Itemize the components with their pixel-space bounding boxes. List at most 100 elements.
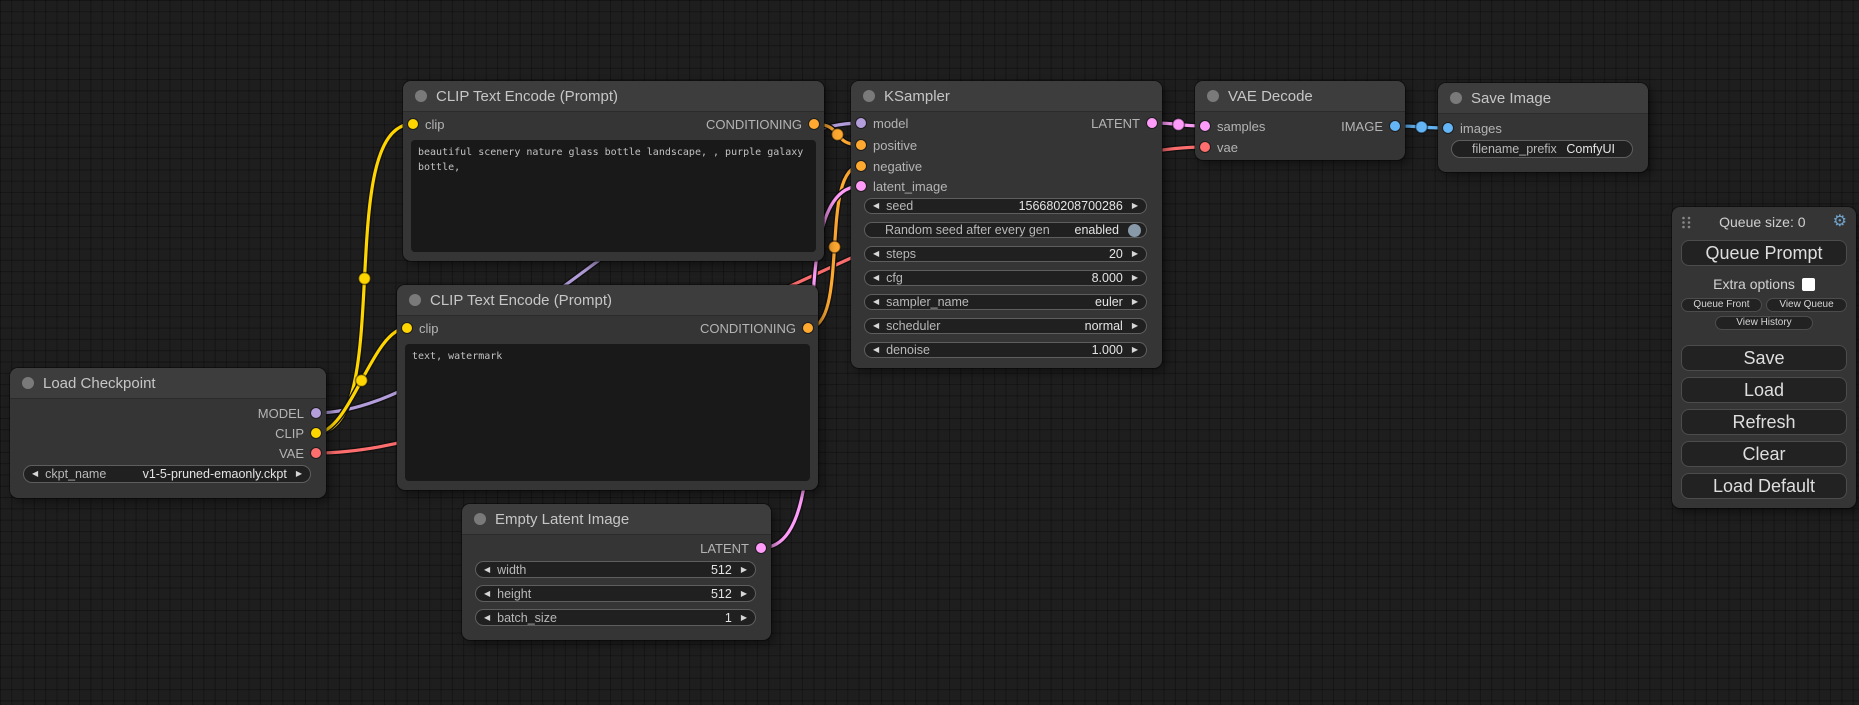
node-empty-latent-image[interactable]: Empty Latent ImageLATENT◀width512▶◀heigh… [462,504,771,640]
input-port-vae[interactable] [1200,142,1210,152]
increment-arrow-icon[interactable]: ▶ [1132,322,1138,330]
input-port-positive[interactable] [856,140,866,150]
node-title-bar[interactable]: Save Image [1438,83,1648,114]
collapse-dot-icon[interactable] [22,377,34,389]
slot-row: CLIP [10,425,326,441]
node-title-bar[interactable]: CLIP Text Encode (Prompt) [397,285,818,316]
link-midpoint-dot [1416,121,1428,133]
widget-sampler_name[interactable]: ◀sampler_nameeuler▶ [864,294,1147,310]
load-button[interactable]: Load [1681,377,1847,403]
increment-arrow-icon[interactable]: ▶ [741,590,747,598]
node-graph-canvas[interactable]: Load CheckpointMODELCLIPVAE◀ckpt_namev1-… [0,0,1859,705]
node-title-bar[interactable]: Load Checkpoint [10,368,326,399]
widget-filename_prefix[interactable]: filename_prefixComfyUI [1451,140,1633,158]
settings-gear-icon[interactable]: ⚙ [1833,214,1847,230]
output-port-LATENT[interactable] [1147,118,1157,128]
queue-front-button[interactable]: Queue Front [1681,298,1762,312]
widget-denoise[interactable]: ◀denoise1.000▶ [864,342,1147,358]
prompt-textarea[interactable]: text, watermark [405,344,810,481]
widget-value: enabled [1075,223,1120,237]
extra-options-checkbox[interactable] [1802,278,1815,291]
widget-height[interactable]: ◀height512▶ [475,585,756,602]
prompt-textarea[interactable]: beautiful scenery nature glass bottle la… [411,140,816,252]
output-port-CLIP[interactable] [311,428,321,438]
widget-seed[interactable]: ◀seed156680208700286▶ [864,198,1147,214]
slot-input-group: images [1438,121,1502,136]
slot-row: images [1438,120,1648,136]
decrement-arrow-icon[interactable]: ◀ [873,346,879,354]
decrement-arrow-icon[interactable]: ◀ [873,274,879,282]
decrement-arrow-icon[interactable]: ◀ [32,470,38,478]
widget-batch_size[interactable]: ◀batch_size1▶ [475,609,756,626]
increment-arrow-icon[interactable]: ▶ [1132,346,1138,354]
node-ksampler[interactable]: KSamplermodelLATENTpositivenegativelaten… [851,81,1162,368]
node-save-image[interactable]: Save Image images filename_prefixComfyUI [1438,83,1648,172]
input-port-clip[interactable] [408,119,418,129]
node-title-bar[interactable]: KSampler [851,81,1162,112]
widget-random-seed-after-every-gen[interactable]: Random seed after every genenabled [864,222,1147,238]
input-port-latent_image[interactable] [856,181,866,191]
output-port-IMAGE[interactable] [1390,121,1400,131]
increment-arrow-icon[interactable]: ▶ [1132,202,1138,210]
input-port-images[interactable] [1443,123,1453,133]
collapse-dot-icon[interactable] [415,90,427,102]
decrement-arrow-icon[interactable]: ◀ [873,322,879,330]
node-clip-encode-negative[interactable]: CLIP Text Encode (Prompt)clipCONDITIONIN… [397,285,818,490]
slot-label: LATENT [1091,116,1140,131]
decrement-arrow-icon[interactable]: ◀ [484,590,490,598]
slot-input-group: latent_image [851,179,947,194]
decrement-arrow-icon[interactable]: ◀ [873,202,879,210]
node-title-bar[interactable]: CLIP Text Encode (Prompt) [403,81,824,112]
refresh-button[interactable]: Refresh [1681,409,1847,435]
widget-steps[interactable]: ◀steps20▶ [864,246,1147,262]
input-port-clip[interactable] [402,323,412,333]
collapse-dot-icon[interactable] [409,294,421,306]
collapse-dot-icon[interactable] [863,90,875,102]
node-load-checkpoint[interactable]: Load CheckpointMODELCLIPVAE◀ckpt_namev1-… [10,368,326,498]
queue-panel: Queue size: 0 ⚙ Queue Prompt Extra optio… [1672,207,1856,508]
queue-prompt-button[interactable]: Queue Prompt [1681,240,1847,266]
input-port-samples[interactable] [1200,121,1210,131]
node-vae-decode[interactable]: VAE DecodesamplesIMAGEvae [1195,81,1405,160]
collapse-dot-icon[interactable] [474,513,486,525]
widget-cfg[interactable]: ◀cfg8.000▶ [864,270,1147,286]
node-title-bar[interactable]: Empty Latent Image [462,504,771,535]
widget-ckpt_name[interactable]: ◀ckpt_namev1-5-pruned-emaonly.ckpt▶ [23,465,311,483]
collapse-dot-icon[interactable] [1450,92,1462,104]
node-title: Save Image [1471,90,1551,107]
view-history-button[interactable]: View History [1715,316,1813,330]
toggle-on-indicator[interactable] [1128,224,1141,237]
slot-label: model [873,116,908,131]
decrement-arrow-icon[interactable]: ◀ [873,298,879,306]
slot-label: CONDITIONING [700,321,796,336]
output-port-CONDITIONING[interactable] [809,119,819,129]
widget-width[interactable]: ◀width512▶ [475,561,756,578]
decrement-arrow-icon[interactable]: ◀ [484,614,490,622]
increment-arrow-icon[interactable]: ▶ [1132,274,1138,282]
output-port-CONDITIONING[interactable] [803,323,813,333]
save-button[interactable]: Save [1681,345,1847,371]
panel-drag-handle-icon[interactable] [1681,215,1692,230]
view-queue-button[interactable]: View Queue [1766,298,1847,312]
node-title-bar[interactable]: VAE Decode [1195,81,1405,112]
node-clip-encode-positive[interactable]: CLIP Text Encode (Prompt)clipCONDITIONIN… [403,81,824,261]
increment-arrow-icon[interactable]: ▶ [741,566,747,574]
queue-size-label: Queue size: 0 [1692,214,1833,230]
increment-arrow-icon[interactable]: ▶ [1132,250,1138,258]
increment-arrow-icon[interactable]: ▶ [1132,298,1138,306]
collapse-dot-icon[interactable] [1207,90,1219,102]
input-port-negative[interactable] [856,161,866,171]
decrement-arrow-icon[interactable]: ◀ [873,250,879,258]
load-default-button[interactable]: Load Default [1681,473,1847,499]
output-port-LATENT[interactable] [756,543,766,553]
clear-button[interactable]: Clear [1681,441,1847,467]
decrement-arrow-icon[interactable]: ◀ [484,566,490,574]
output-port-MODEL[interactable] [311,408,321,418]
increment-arrow-icon[interactable]: ▶ [741,614,747,622]
input-port-model[interactable] [856,118,866,128]
output-port-VAE[interactable] [311,448,321,458]
widget-scheduler[interactable]: ◀schedulernormal▶ [864,318,1147,334]
slot-label: samples [1217,119,1265,134]
increment-arrow-icon[interactable]: ▶ [296,470,302,478]
node-title: CLIP Text Encode (Prompt) [436,88,618,105]
